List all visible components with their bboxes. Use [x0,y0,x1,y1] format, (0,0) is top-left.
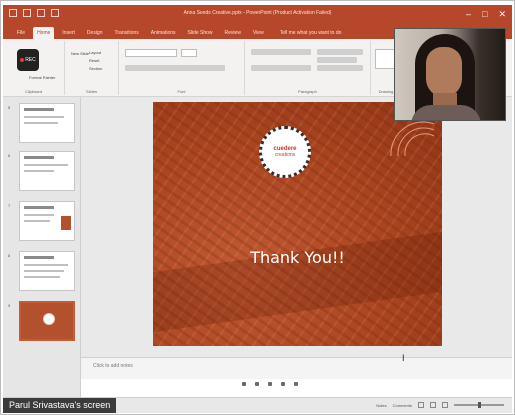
shapes-gallery[interactable] [375,49,395,69]
text-direction-button[interactable] [317,49,363,55]
new-slide-button[interactable]: New Slide [71,51,89,56]
reading-view-icon[interactable] [442,402,448,408]
control-dot[interactable] [268,382,272,386]
tab-animations[interactable]: Animations [147,27,180,39]
paragraph-group-label: Paragraph [298,89,317,94]
thumb-title [24,256,54,259]
reset-button[interactable]: Reset [89,57,102,65]
thumb-number: 6 [8,153,11,158]
slide-thumbnail-6[interactable] [19,151,75,191]
webcam-person-shirt [411,105,481,120]
webcam-person-face [426,47,462,97]
company-logo: cuedere creations [259,126,311,178]
control-dot[interactable] [255,382,259,386]
screen-share-label: Parul Srivastava's screen [3,398,117,413]
thumb-logo [43,313,55,325]
thumb-line [24,122,58,124]
current-slide[interactable]: cuedere creations Thank You!! [153,102,442,346]
slide-thumbnail-9[interactable] [19,301,75,341]
notes-toggle[interactable]: Notes [376,403,386,408]
clipboard-group-label: Clipboard [24,89,43,94]
meeting-frame: Anna Seeds Creative.pptx - PowerPoint (P… [0,0,515,415]
thumb-number: 7 [8,203,11,208]
thumb-line [24,164,68,166]
clipboard-group: REC Format Painter Clipboard [3,41,65,95]
tab-home[interactable]: Home [33,27,55,39]
decorative-arcs-icon [390,121,435,157]
slide-thumbnail-7[interactable] [19,201,75,241]
thumb-line [24,214,54,216]
slides-group-label: Slides [86,89,97,94]
slide-thank-you-text[interactable]: Thank You!! [153,248,442,267]
control-dot[interactable] [242,382,246,386]
maximize-button[interactable]: □ [482,8,487,20]
control-dot[interactable] [294,382,298,386]
slide-thumbnail-8[interactable] [19,251,75,291]
tab-view[interactable]: View [249,27,268,39]
webcam-feed [394,28,506,121]
document-title: Anna Seeds Creative.pptx - PowerPoint (P… [183,10,332,16]
normal-view-icon[interactable] [418,402,424,408]
slides-group: New Slide Layout Reset Section Slides [65,41,119,95]
slide-texture [153,231,442,333]
thumb-number: 8 [8,253,11,258]
window-controls: – □ ✕ [466,8,506,20]
control-dot[interactable] [281,382,285,386]
thumb-title [24,156,54,159]
thumb-title [24,206,54,209]
slide-editing-area: cuedere creations Thank You!! [81,97,512,357]
thumb-image [61,216,71,230]
comments-toggle[interactable]: Comments [393,403,412,408]
record-dot-icon [20,58,25,62]
tab-transitions[interactable]: Transitions [111,27,143,39]
record-button[interactable]: REC [17,49,39,71]
font-group: Font [119,41,245,95]
slide-thumbnail-5[interactable] [19,103,75,143]
thumb-line [24,220,50,222]
notes-placeholder: Click to add notes [93,363,133,369]
logo-line2: creations [274,152,296,158]
tab-design[interactable]: Design [83,27,107,39]
thumb-line [24,264,68,266]
close-button[interactable]: ✕ [498,8,506,20]
title-bar: Anna Seeds Creative.pptx - PowerPoint (P… [3,5,512,25]
thumb-title [24,108,54,111]
font-format-buttons[interactable] [125,65,225,71]
slide-options: Layout Reset Section [89,49,102,73]
font-name-dropdown[interactable] [125,49,177,57]
thumb-line [24,116,64,118]
slide-thumbnails-pane: 5 6 7 8 9 [3,97,81,397]
thumb-line [24,276,60,278]
list-buttons[interactable] [251,49,311,55]
zoom-slider[interactable] [454,402,504,408]
slide-sorter-icon[interactable] [430,402,436,408]
notes-pane[interactable]: Click to add notes [81,357,512,379]
tab-review[interactable]: Review [221,27,245,39]
record-label: REC [25,57,36,63]
tab-slide-show[interactable]: Slide Show [184,27,217,39]
tell-me-search[interactable]: Tell me what you want to do [278,27,344,39]
presenter-controls [242,382,298,386]
thumb-line [24,270,64,272]
thumb-line [24,170,54,172]
thumb-number: 9 [8,303,11,308]
tab-file[interactable]: File [13,27,29,39]
format-painter-button[interactable]: Format Painter [29,75,55,80]
zoom-knob[interactable] [478,402,481,408]
tab-insert[interactable]: Insert [58,27,79,39]
font-group-label: Font [177,89,186,94]
paragraph-group: Paragraph [245,41,371,95]
font-size-dropdown[interactable] [181,49,197,57]
status-bar-right: Notes Comments [376,402,504,408]
thumb-number: 5 [8,105,11,110]
section-button[interactable]: Section [89,65,102,73]
layout-button[interactable]: Layout [89,49,102,57]
align-text-button[interactable] [317,57,357,63]
text-cursor-icon: I [402,353,405,363]
align-buttons[interactable] [251,65,311,71]
minimize-button[interactable]: – [466,8,471,20]
convert-smartart-button[interactable] [317,65,363,71]
